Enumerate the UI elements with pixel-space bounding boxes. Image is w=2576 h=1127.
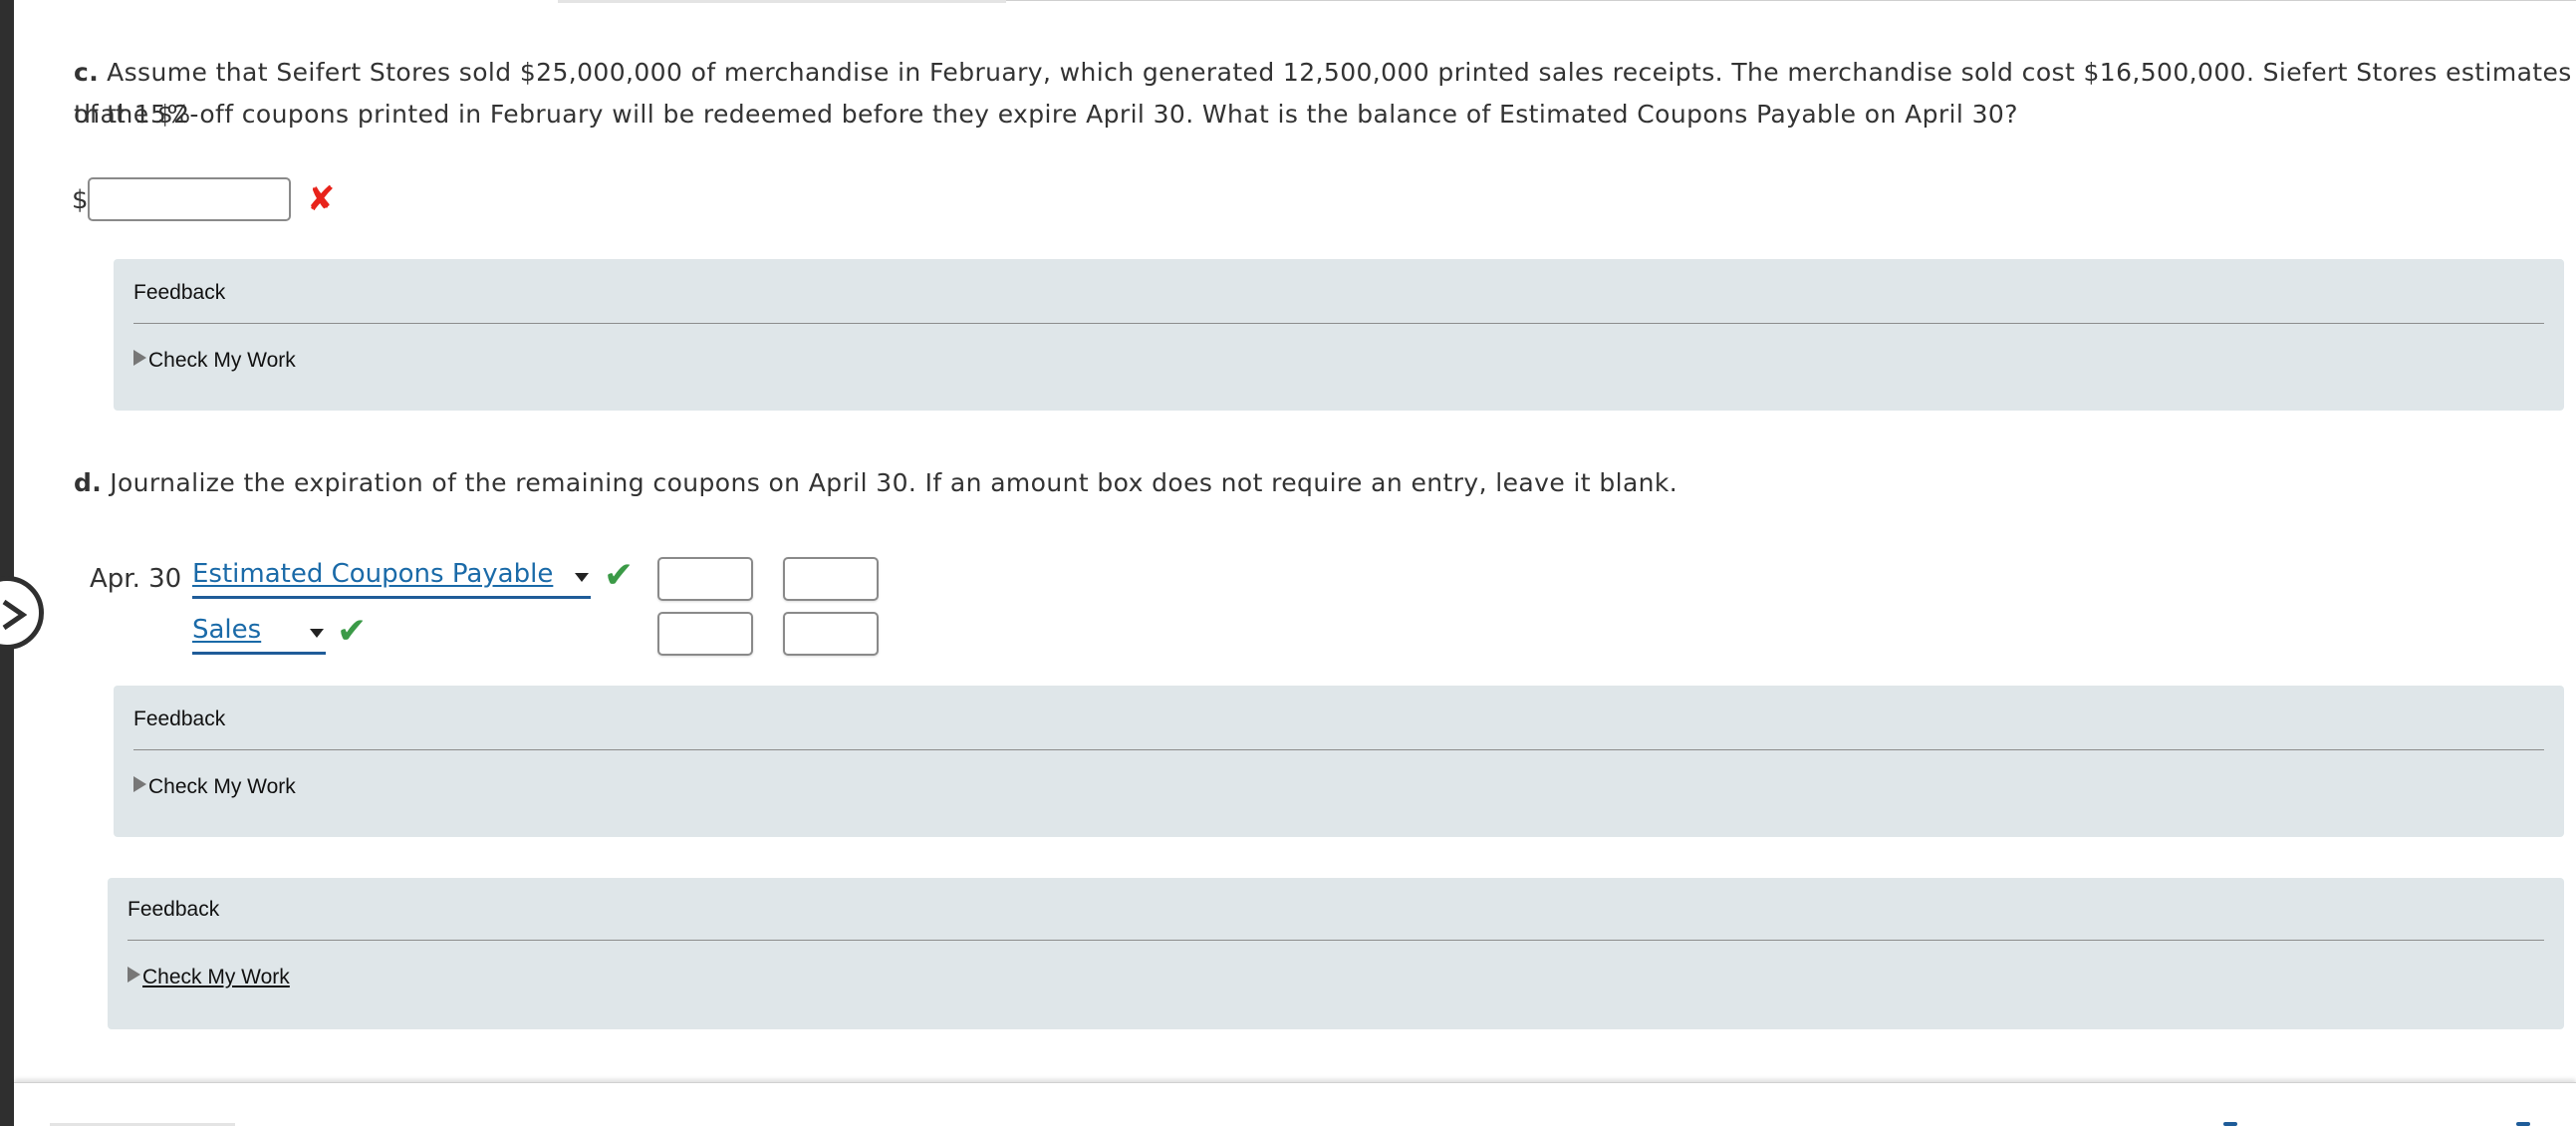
feedback-panel-c: Feedback Check My Work xyxy=(114,259,2564,411)
feedback-divider xyxy=(133,749,2544,750)
feedback-label: Feedback xyxy=(133,281,226,304)
correct-check-icon: ✔ xyxy=(337,611,368,652)
question-d-text: Journalize the expiration of the remaini… xyxy=(110,468,1678,497)
dropdown-caret-icon xyxy=(575,573,589,582)
question-c-letter: c. xyxy=(74,58,100,87)
triangle-right-icon xyxy=(133,350,146,366)
currency-symbol: $ xyxy=(72,185,89,215)
question-d-letter: d. xyxy=(74,468,103,497)
account-select-row1-value: Estimated Coupons Payable xyxy=(192,559,554,589)
dropdown-caret-icon xyxy=(310,629,324,638)
triangle-right-icon xyxy=(133,776,146,792)
incorrect-icon: ✘ xyxy=(307,179,336,219)
question-c-text-line2: of the $2-off coupons printed in Februar… xyxy=(74,100,2018,129)
top-divider xyxy=(1006,0,2576,1)
account-select-row2[interactable]: Sales xyxy=(192,615,326,655)
feedback-panel-d: Feedback Check My Work xyxy=(114,686,2564,837)
check-my-work-label: Check My Work xyxy=(148,349,296,372)
account-select-row1[interactable]: Estimated Coupons Payable xyxy=(192,559,591,599)
chevron-right-icon xyxy=(2,599,27,631)
next-question-button[interactable] xyxy=(0,576,44,650)
check-my-work-label: Check My Work xyxy=(148,775,296,798)
bottom-toolbar xyxy=(14,1082,2576,1127)
question-d-line: d. Journalize the expiration of the remai… xyxy=(74,462,1677,504)
journal-date: Apr. 30 xyxy=(90,564,182,594)
triangle-right-icon xyxy=(128,967,140,983)
bottom-toolbar-button-edge[interactable] xyxy=(2223,1122,2237,1126)
bottom-toolbar-button-edge[interactable] xyxy=(2516,1122,2530,1126)
top-tab-edge xyxy=(558,0,1006,3)
check-my-work-label: Check My Work xyxy=(142,966,290,988)
feedback-label: Feedback xyxy=(133,707,226,730)
coupons-payable-balance-input[interactable] xyxy=(88,177,291,221)
left-edge-bar xyxy=(0,0,14,1126)
feedback-divider xyxy=(133,323,2544,324)
feedback-label: Feedback xyxy=(128,898,220,921)
feedback-divider xyxy=(128,940,2544,941)
credit-input-row2[interactable] xyxy=(783,612,879,656)
correct-check-icon: ✔ xyxy=(604,555,635,596)
check-my-work-toggle[interactable]: Check My Work xyxy=(133,775,296,799)
check-my-work-link[interactable]: Check My Work xyxy=(128,966,290,989)
debit-input-row2[interactable] xyxy=(657,612,753,656)
debit-input-row1[interactable] xyxy=(657,557,753,601)
feedback-panel-overall: Feedback Check My Work xyxy=(108,878,2564,1029)
check-my-work-toggle[interactable]: Check My Work xyxy=(133,349,296,373)
credit-input-row1[interactable] xyxy=(783,557,879,601)
account-select-row2-value: Sales xyxy=(192,615,262,645)
